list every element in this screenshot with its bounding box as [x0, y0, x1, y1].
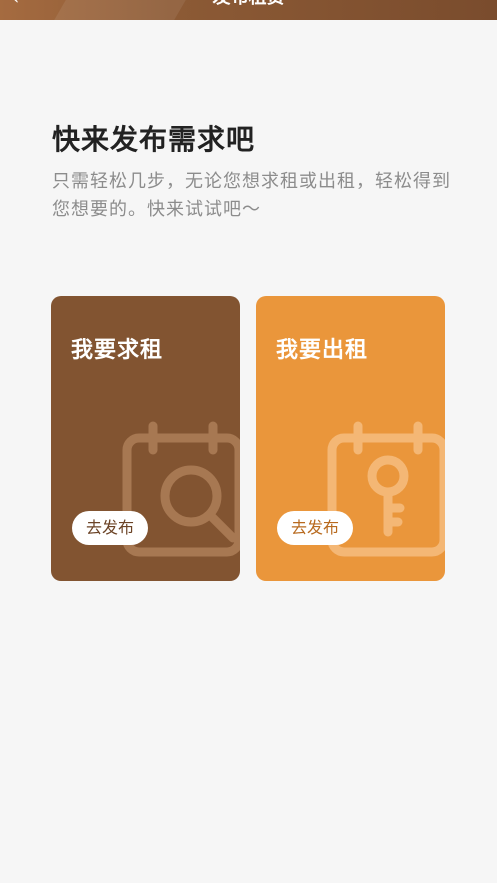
seek-rent-card[interactable]: 我要求租 去发布: [51, 296, 240, 581]
lease-out-card-title: 我要出租: [276, 338, 369, 363]
seek-rent-publish-button[interactable]: 去发布: [72, 511, 148, 545]
top-bar: ‹ 发布租赁: [0, 0, 497, 20]
lease-out-publish-button[interactable]: 去发布: [277, 511, 353, 545]
publish-page: ‹ 发布租赁 快来发布需求吧 只需轻松几步，无论您想求租或出租，轻松得到您想要的…: [0, 0, 497, 883]
page-title: 发布租赁: [0, 0, 497, 8]
lease-out-card[interactable]: 我要出租 去发布: [256, 296, 445, 581]
seek-rent-card-title: 我要求租: [71, 338, 164, 363]
intro-subtext: 只需轻松几步，无论您想求租或出租，轻松得到您想要的。快来试试吧～: [52, 171, 451, 220]
intro-headline: 快来发布需求吧: [52, 123, 256, 156]
